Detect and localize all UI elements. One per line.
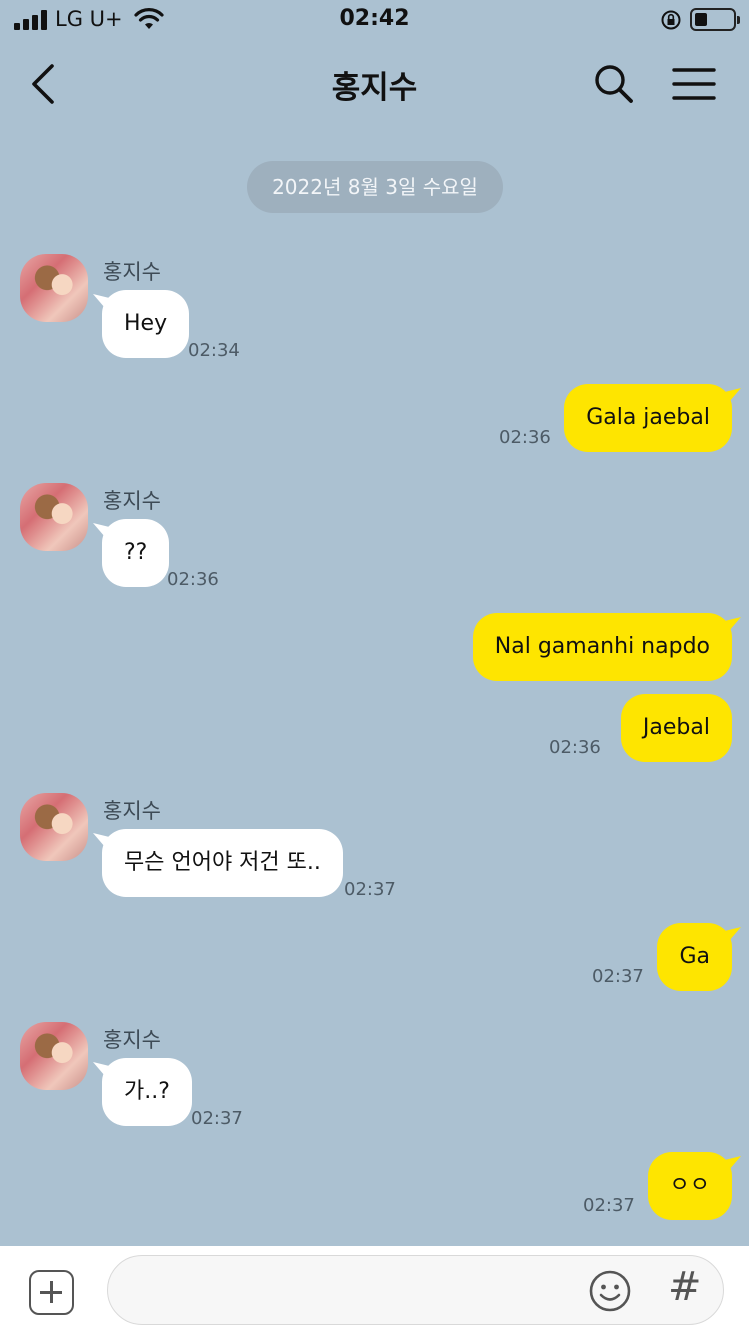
plus-icon[interactable] [29, 1270, 74, 1315]
message-time: 02:37 [191, 1108, 243, 1129]
input-bar: # [0, 1246, 749, 1334]
chat-header: 홍지수 [0, 42, 749, 126]
rotation-lock-icon [661, 10, 681, 30]
status-time: 02:42 [339, 6, 410, 31]
sender-name: 홍지수 [103, 799, 161, 823]
incoming-message[interactable]: ?? [102, 519, 170, 587]
contact-avatar[interactable] [20, 1022, 88, 1090]
contact-avatar[interactable] [20, 483, 88, 551]
message-time: 02:36 [167, 569, 219, 590]
outgoing-message[interactable]: ㅇㅇ [647, 1152, 732, 1220]
message-time: 02:36 [499, 427, 551, 448]
chat-title: 홍지수 [331, 70, 418, 106]
sender-name: 홍지수 [103, 489, 161, 513]
menu-icon[interactable] [670, 66, 718, 102]
message-time: 02:36 [549, 737, 601, 758]
incoming-message[interactable]: Hey [102, 290, 190, 358]
outgoing-message[interactable]: Jaebal [620, 694, 732, 762]
search-icon[interactable] [592, 62, 636, 106]
hashtag-icon[interactable]: # [668, 1264, 702, 1310]
outgoing-message[interactable]: Gala jaebal [564, 384, 732, 452]
outgoing-message[interactable]: Ga [657, 923, 732, 991]
message-time: 02:37 [583, 1195, 635, 1216]
emoticon-icon[interactable] [588, 1269, 632, 1313]
incoming-message[interactable]: 무슨 언어야 저건 또.. [102, 829, 343, 897]
incoming-message[interactable]: 가..? [102, 1058, 192, 1126]
date-divider: 2022년 8월 3일 수요일 [247, 161, 503, 213]
message-time: 02:37 [344, 879, 396, 900]
sender-name: 홍지수 [103, 1028, 161, 1052]
outgoing-message[interactable]: Nal gamanhi napdo [472, 613, 732, 681]
contact-avatar[interactable] [20, 254, 88, 322]
sender-name: 홍지수 [103, 260, 161, 284]
message-time: 02:37 [592, 966, 644, 987]
battery-icon [690, 8, 740, 31]
contact-avatar[interactable] [20, 793, 88, 861]
message-time: 02:34 [188, 340, 240, 361]
status-bar: LG U+ 02:42 [0, 0, 749, 42]
